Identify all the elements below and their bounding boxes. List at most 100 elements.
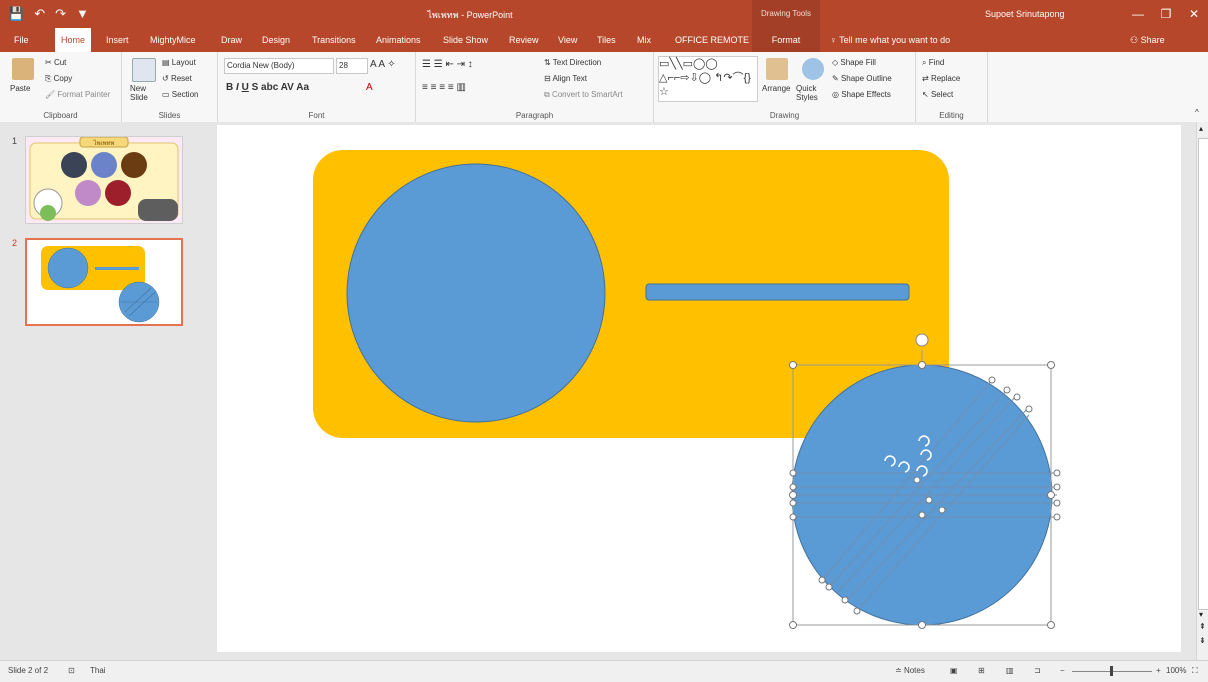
zoom-level[interactable]: 100% — [1166, 666, 1186, 675]
zoom-out-button[interactable]: − — [1060, 666, 1065, 675]
select-button[interactable]: ↖ Select — [922, 90, 953, 99]
collapse-ribbon-icon[interactable]: ^ — [1195, 108, 1199, 117]
layout-label: Layout — [171, 58, 196, 67]
tab-design[interactable]: Design — [256, 28, 296, 52]
tab-file[interactable]: File — [8, 28, 35, 52]
cut-button[interactable]: ✂ Cut — [45, 58, 66, 67]
next-slide-icon[interactable]: ⇟ — [1199, 636, 1206, 645]
section-label: Section — [171, 90, 199, 99]
scroll-down-icon[interactable]: ▾ — [1199, 610, 1203, 619]
new-slide-icon[interactable] — [132, 58, 156, 82]
share-label: Share — [1140, 35, 1165, 45]
copy-button[interactable]: ⎘ Copy — [45, 74, 72, 84]
tab-slide-show[interactable]: Slide Show — [437, 28, 494, 52]
spellcheck-icon[interactable]: ⊡ — [68, 666, 75, 675]
tab-office-remote[interactable]: OFFICE REMOTE — [669, 28, 755, 52]
person-icon: ⚇ — [1130, 35, 1141, 45]
tab-home[interactable]: Home — [55, 28, 92, 52]
align-text-button[interactable]: ⊟ Align Text — [544, 74, 587, 83]
copy-label: Copy — [53, 74, 73, 83]
previous-slide-icon[interactable]: ⇞ — [1199, 622, 1206, 631]
text-direction-button[interactable]: ⇅ Text Direction — [544, 58, 601, 67]
replace-label: Replace — [930, 74, 961, 83]
tell-me-label: Tell me what you want to do — [839, 35, 951, 45]
tab-animations[interactable]: Animations — [370, 28, 427, 52]
reading-view-icon[interactable]: ▥ — [1006, 666, 1014, 675]
layout-button[interactable]: ▤ Layout — [162, 58, 196, 67]
tab-format[interactable]: Format — [752, 28, 820, 52]
tell-me-search[interactable]: ♀ Tell me what you want to do — [830, 28, 950, 52]
select-label: Select — [930, 90, 954, 99]
tab-view[interactable]: View — [552, 28, 583, 52]
large-blue-circle[interactable] — [346, 163, 606, 423]
tab-mightymice[interactable]: MightyMice — [144, 28, 202, 52]
zoom-slider-thumb[interactable] — [1110, 666, 1113, 676]
tab-mix[interactable]: Mix — [631, 28, 657, 52]
slide-thumbnail-2[interactable] — [25, 238, 183, 326]
shape-effects-button[interactable]: ◎ Shape Effects — [832, 90, 891, 99]
new-slide-button[interactable]: New Slide — [130, 84, 164, 102]
cut-label: Cut — [53, 58, 67, 67]
paste-icon[interactable] — [12, 58, 34, 80]
shape-effects-label: Shape Effects — [841, 90, 891, 99]
tab-tiles[interactable]: Tiles — [591, 28, 622, 52]
notes-button[interactable]: ≐ Notes — [895, 666, 925, 675]
slide-number-1: 1 — [12, 136, 18, 146]
font-color-button[interactable]: A — [366, 82, 373, 93]
arrange-icon[interactable] — [766, 58, 788, 80]
slide-show-icon[interactable]: ⊐ — [1034, 666, 1041, 675]
vertical-scrollbar[interactable]: ▴ ▾ ⇞ ⇟ — [1196, 122, 1208, 660]
normal-view-icon[interactable]: ▣ — [950, 666, 958, 675]
rotation-handle-icon[interactable] — [915, 333, 929, 347]
scroll-thumb[interactable] — [1198, 138, 1208, 610]
convert-smartart-button[interactable]: ⧉ Convert to SmartArt — [544, 90, 623, 100]
restore-button[interactable]: ❐ — [1152, 0, 1180, 28]
slide-sorter-icon[interactable]: ⊞ — [978, 666, 985, 675]
paste-button[interactable]: Paste — [10, 84, 30, 93]
reset-button[interactable]: ↺ Reset — [162, 74, 192, 83]
scroll-up-icon[interactable]: ▴ — [1199, 124, 1203, 133]
font-style-buttons[interactable]: B I U S abc AV Aa — [226, 82, 309, 93]
title-bar: 💾 ↶ ↷ ▼ ไพเพทพ - PowerPoint Drawing Tool… — [0, 0, 1208, 28]
slide-1-title: ไพเพทพ — [93, 139, 115, 147]
format-painter-label: Format Painter — [57, 90, 111, 99]
slide-canvas[interactable] — [217, 125, 1181, 652]
clipboard-group: Paste ✂ Cut ⎘ Copy 🖌 Format Painter Clip… — [0, 52, 122, 122]
font-name-select[interactable]: Cordia New (Body) — [224, 58, 334, 74]
drawing-tools-header: Drawing Tools — [752, 0, 820, 28]
section-button[interactable]: ▭ Section — [162, 90, 198, 99]
quick-styles-button[interactable]: Quick Styles — [796, 84, 830, 102]
quick-styles-icon[interactable] — [802, 58, 824, 80]
font-group: Cordia New (Body) 28 A A ✧ B I U S abc A… — [218, 52, 416, 122]
shape-fill-button[interactable]: ◇ Shape Fill — [832, 58, 876, 67]
list-buttons[interactable]: ☰ ☰ ⇤ ⇥ ↕ — [422, 59, 473, 70]
shape-outline-label: Shape Outline — [840, 74, 892, 83]
close-button[interactable]: ✕ — [1180, 0, 1208, 28]
find-button[interactable]: ⌕ Find — [922, 58, 944, 68]
zoom-in-button[interactable]: + — [1156, 666, 1161, 675]
minimize-button[interactable]: — — [1124, 0, 1152, 28]
arrange-button[interactable]: Arrange — [762, 84, 790, 93]
font-size-buttons[interactable]: A A ✧ — [370, 59, 396, 70]
reset-label: Reset — [170, 74, 192, 83]
shapes-gallery[interactable]: ▭╲╲▭◯◯ △⌐⌐⇨⇩◯ ↰↷⌒{}☆ — [658, 56, 758, 102]
align-text-label: Align Text — [552, 74, 588, 83]
tab-draw[interactable]: Draw — [215, 28, 248, 52]
tab-transitions[interactable]: Transitions — [306, 28, 362, 52]
paragraph-label: Paragraph — [515, 111, 554, 120]
drawing-label: Drawing — [769, 111, 800, 120]
language-indicator[interactable]: Thai — [90, 666, 106, 675]
user-name[interactable]: Supoet Srinutapong — [985, 9, 1065, 19]
fit-to-window-icon[interactable]: ⛶ — [1192, 666, 1198, 676]
font-size-select[interactable]: 28 — [336, 58, 368, 74]
replace-button[interactable]: ⇄ Replace — [922, 74, 960, 83]
share-button[interactable]: ⚇ Share — [1130, 28, 1165, 52]
status-bar: Slide 2 of 2 ⊡ Thai ≐ Notes ▣ ⊞ ▥ ⊐ − + … — [0, 660, 1208, 682]
format-painter-button[interactable]: 🖌 Format Painter — [45, 90, 110, 99]
blue-bar[interactable] — [645, 283, 910, 301]
slide-thumbnail-1[interactable]: ไพเพทพ — [25, 136, 183, 224]
tab-insert[interactable]: Insert — [100, 28, 135, 52]
shape-outline-button[interactable]: ✎ Shape Outline — [832, 74, 892, 83]
align-buttons[interactable]: ≡ ≡ ≡ ≡ ▥ — [422, 82, 466, 93]
tab-review[interactable]: Review — [503, 28, 545, 52]
